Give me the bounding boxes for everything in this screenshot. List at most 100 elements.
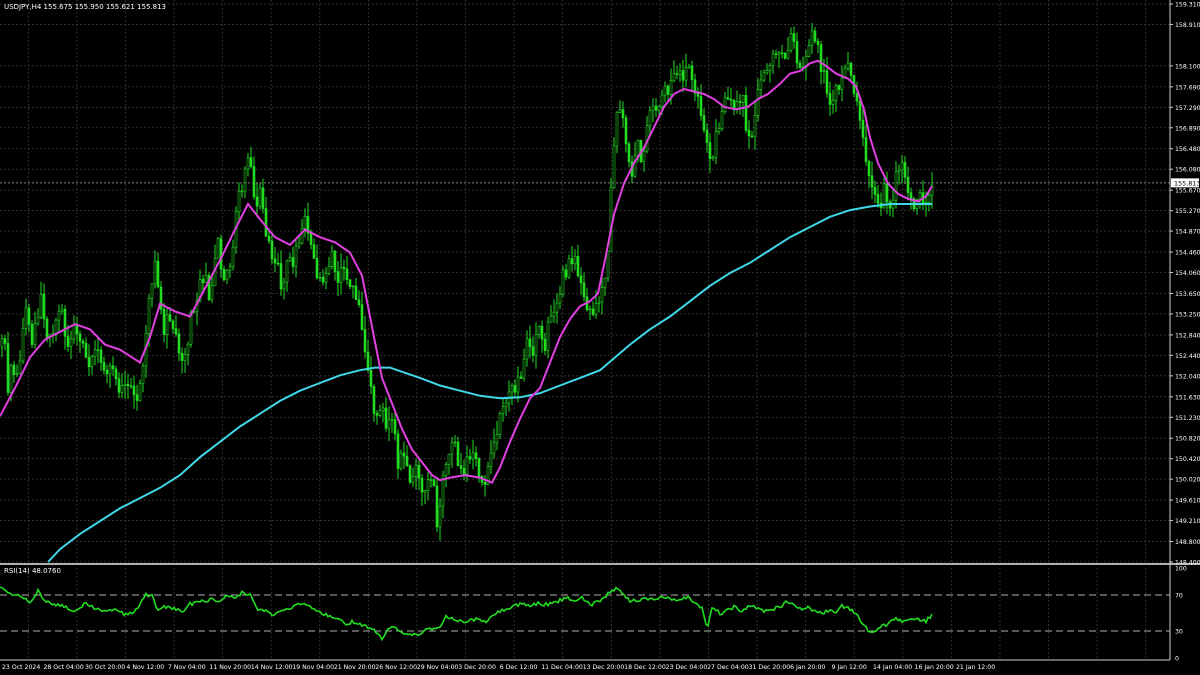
price-tick-label: 150.020 [1175,477,1200,484]
candle-body [684,67,688,81]
candle-body [609,187,613,252]
candle-body [261,187,265,209]
candle-body [69,338,73,347]
rsi-tick-label: 100 [1175,566,1187,573]
current-price-tag: 155.813 [1171,178,1200,188]
trading-chart[interactable]: USDJPY,H4 155.675 155.950 155.621 155.81… [0,0,1200,675]
candle-body [459,465,463,469]
panel-divider [0,563,1200,565]
candle-body [648,110,652,126]
candle-body [426,479,430,491]
candle-body [93,349,97,357]
time-tick-label: 11 Dec 04:00 [541,664,583,671]
candle-body [816,41,820,45]
candle-body [273,258,277,264]
price-tick-label: 159.310 [1175,2,1200,9]
candle-body [579,275,583,284]
candle-body [675,73,679,75]
candle-body [126,384,130,387]
candle-body [30,323,34,345]
candle-body [117,378,121,393]
candle-body [909,192,913,199]
candle-body [57,311,61,321]
candle-body [468,456,472,460]
candle-body [60,308,64,312]
candle-body [279,263,283,290]
candle-body [525,338,529,360]
candle-body [351,285,355,288]
candle-body [681,70,685,81]
candle-body [594,303,598,315]
candle-body [855,93,859,102]
candle-body [303,216,307,229]
price-tick-label: 156.890 [1175,125,1200,132]
candle-body [465,456,469,475]
time-tick-label: 29 Nov 04:00 [417,664,459,671]
candle-body [897,169,901,172]
candle-body [702,115,706,131]
candle-body [411,476,415,483]
candle-body [534,334,538,356]
candle-body [324,273,328,283]
candle-body [417,464,421,479]
candle-body [840,77,844,90]
candle-body [651,105,655,111]
candle-body [6,343,10,393]
candle-body [177,333,181,354]
candle-body [222,268,226,280]
candle-body [294,245,298,267]
candle-body [759,79,763,90]
candle-body [531,346,535,356]
candle-body [765,70,769,74]
candle-body [540,325,544,340]
price-tick-label: 150.820 [1175,436,1200,443]
candle-body [780,52,784,54]
candle-body [171,320,175,329]
candle-body [561,269,565,295]
candle-body [336,271,340,283]
time-tick-label: 23 Dec 04:00 [666,664,708,671]
candle-body [297,242,301,247]
candle-body [39,293,43,318]
candle-body [873,186,877,195]
candle-body [558,293,562,304]
candle-body [570,258,574,265]
candle-body [249,157,253,167]
candle-body [72,324,76,340]
candle-body [543,338,547,351]
candle-body [258,187,262,207]
candle-body [165,314,169,335]
candle-body [408,465,412,483]
candle-body [405,455,409,466]
candle-body [792,33,796,42]
price-tick-label: 149.210 [1175,518,1200,525]
price-tick-label: 150.420 [1175,456,1200,463]
price-tick-label: 153.650 [1175,291,1200,298]
time-tick-label: 23 Oct 2024 [2,664,40,671]
candle-body [849,62,853,76]
candle-body [522,358,526,379]
candle-body [54,319,58,334]
candle-body [396,433,400,469]
candle-body [120,385,124,393]
price-tick-label: 151.630 [1175,394,1200,401]
candle-body [399,452,403,469]
candle-body [498,413,502,435]
candle-body [870,175,874,188]
candle-body [219,238,223,270]
candle-body [738,101,742,103]
candle-body [504,402,508,408]
candle-body [216,238,220,259]
candle-body [654,105,658,111]
candle-body [342,266,346,269]
candle-body [252,166,256,198]
candle-body [717,128,721,132]
candle-body [537,325,541,335]
candle-body [111,365,115,370]
candle-body [729,98,733,101]
candle-body [894,171,898,201]
candle-body [156,260,160,288]
candle-body [276,262,280,265]
candle-body [618,109,622,113]
candle-body [771,53,775,67]
